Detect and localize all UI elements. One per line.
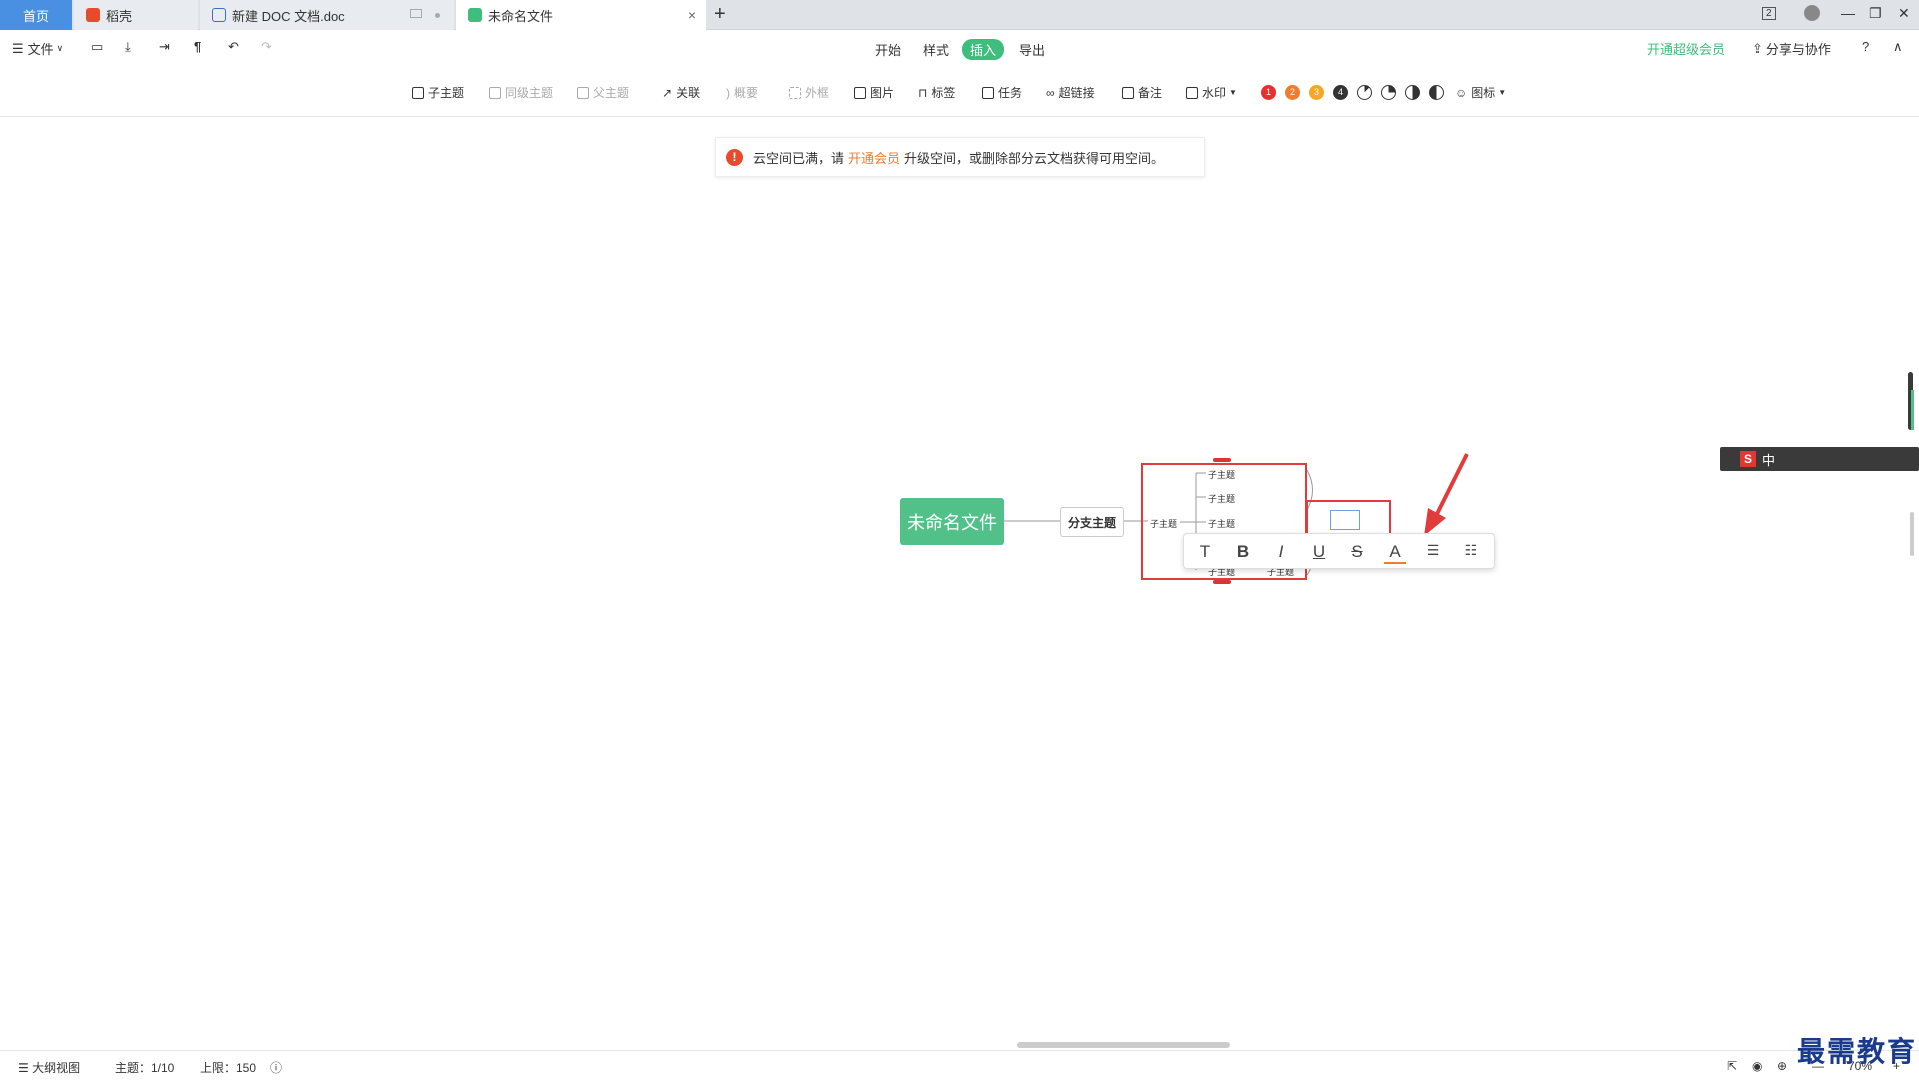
topic-limit: 上限：150 bbox=[200, 1061, 257, 1075]
font-color-icon[interactable]: A bbox=[1384, 542, 1406, 564]
ime-mode[interactable]: 中 bbox=[1762, 450, 1775, 469]
locate-icon[interactable]: ⊕ bbox=[1777, 1059, 1787, 1073]
outline-view-button[interactable]: ☰ 大纲视图 bbox=[18, 1059, 80, 1076]
collapse-handle-top[interactable] bbox=[1213, 458, 1231, 462]
cursor-mode-icon[interactable]: ⇱ bbox=[1727, 1059, 1737, 1073]
horizontal-scrollbar[interactable] bbox=[1017, 1042, 1230, 1048]
outline-label: 大纲视图 bbox=[32, 1061, 81, 1075]
view-icon[interactable]: ◉ bbox=[1752, 1059, 1762, 1073]
bullet-list-icon[interactable]: ☰ bbox=[1422, 542, 1444, 559]
numbered-list-icon[interactable]: ☷ bbox=[1460, 542, 1482, 559]
corner-watermark: 最需教育 bbox=[1797, 1035, 1918, 1068]
bold-icon[interactable]: B bbox=[1232, 542, 1254, 562]
arrow-annotation-icon bbox=[1424, 453, 1469, 536]
italic-icon[interactable]: I bbox=[1270, 542, 1292, 562]
side-scrollbar-thumb[interactable] bbox=[1911, 390, 1914, 430]
ime-toolbar[interactable]: S 中 bbox=[1720, 447, 1919, 471]
outline-icon: ☰ bbox=[18, 1061, 33, 1075]
info-icon[interactable]: ⓘ bbox=[270, 1059, 282, 1076]
vertical-scrollbar[interactable] bbox=[1910, 512, 1914, 556]
root-topic[interactable]: 未命名文件 bbox=[900, 498, 1004, 545]
topic-count: 主题：1/10 bbox=[115, 1061, 175, 1075]
status-bar: ☰ 大纲视图 主题：1/10 上限：150 ⓘ ⇱ ◉ ⊕ — 70% + bbox=[0, 1050, 1919, 1080]
font-size-icon[interactable]: T bbox=[1194, 542, 1216, 562]
strikethrough-icon[interactable]: S bbox=[1346, 542, 1368, 562]
sogou-logo-icon: S bbox=[1740, 451, 1756, 467]
branch-topic[interactable]: 分支主题 bbox=[1060, 507, 1124, 537]
topic-edit-input[interactable] bbox=[1330, 510, 1360, 530]
text-format-toolbar: T B I U S A ☰ ☷ bbox=[1183, 533, 1495, 569]
collapse-handle-bottom[interactable] bbox=[1213, 580, 1231, 584]
underline-icon[interactable]: U bbox=[1308, 542, 1330, 562]
